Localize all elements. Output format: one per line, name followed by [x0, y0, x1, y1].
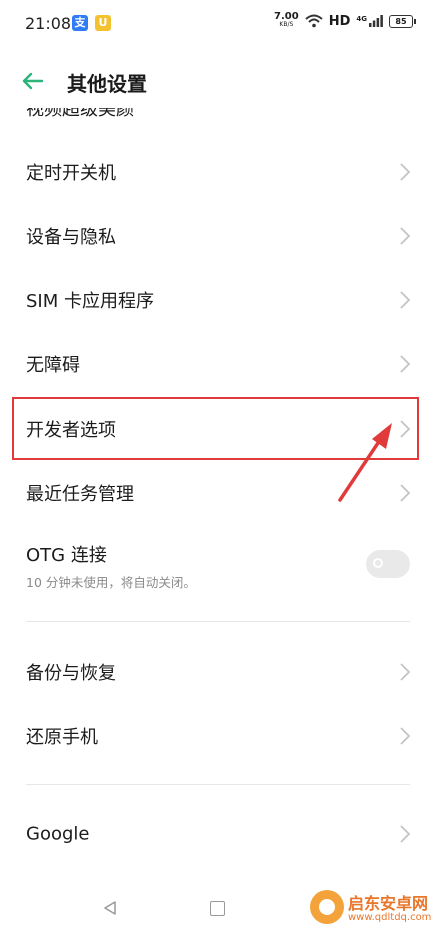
menu-item-video-beauty[interactable]: 视频超级美颜: [0, 108, 437, 122]
status-bar: 21:08 支 U 7.00 KB/S HD 4G 85: [0, 0, 437, 50]
menu-item-label: 还原手机: [26, 727, 98, 748]
nav-back-icon[interactable]: [102, 900, 118, 916]
app-badge-icon: U: [95, 15, 111, 31]
menu-item-sim-apps[interactable]: SIM 卡应用程序: [0, 268, 437, 332]
chevron-right-icon: [400, 163, 411, 181]
chevron-right-icon: [400, 291, 411, 309]
network-speed: 7.00 KB/S: [274, 11, 299, 29]
divider: [26, 621, 410, 622]
menu-item-label: 无障碍: [26, 355, 80, 376]
toggle-knob: [373, 558, 383, 568]
menu-item-label: 备份与恢复: [26, 663, 116, 684]
status-indicators: 7.00 KB/S HD 4G 85: [274, 11, 416, 29]
chevron-right-icon: [400, 727, 411, 745]
watermark-name: 启东安卓网: [348, 894, 429, 913]
signal-icon: [369, 15, 383, 27]
menu-item-label: 视频超级美颜: [26, 108, 134, 120]
battery-icon: 85: [389, 14, 416, 28]
watermark: 启东安卓网 www.qdltdq.com: [310, 880, 437, 933]
menu-item-backup-restore[interactable]: 备份与恢复: [0, 640, 437, 704]
alipay-badge-icon: 支: [72, 15, 88, 31]
chevron-right-icon: [400, 663, 411, 681]
menu-item-label: 最近任务管理: [26, 484, 134, 505]
red-arrow-icon: [338, 423, 392, 502]
divider: [26, 784, 410, 785]
menu-item-accessibility[interactable]: 无障碍: [0, 332, 437, 396]
menu-item-label: SIM 卡应用程序: [26, 291, 154, 312]
menu-item-reset-phone[interactable]: 还原手机: [0, 704, 437, 768]
menu-item-label: 定时开关机: [26, 163, 116, 184]
menu-item-label: Google: [26, 823, 90, 845]
watermark-url: www.qdltdq.com: [348, 912, 432, 923]
menu-item-scheduled-power[interactable]: 定时开关机: [0, 140, 437, 204]
nav-home-icon[interactable]: [210, 901, 225, 916]
chevron-right-icon: [400, 825, 411, 843]
signal-indicator: 4G: [356, 15, 383, 27]
menu-item-label: 设备与隐私: [26, 227, 116, 248]
page-title: 其他设置: [67, 72, 147, 96]
otg-label: OTG 连接: [26, 545, 107, 566]
menu-item-google[interactable]: Google: [0, 802, 437, 866]
otg-description: 10 分钟未使用，将自动关闭。: [26, 575, 196, 590]
page-header: 其他设置: [0, 55, 437, 107]
back-arrow-icon[interactable]: [18, 67, 46, 95]
wifi-icon: [305, 14, 323, 28]
menu-item-device-privacy[interactable]: 设备与隐私: [0, 204, 437, 268]
chevron-right-icon: [400, 227, 411, 245]
hd-indicator: HD: [328, 13, 351, 29]
chevron-right-icon: [400, 355, 411, 373]
otg-toggle[interactable]: [366, 550, 410, 578]
clock: 21:08: [25, 14, 72, 33]
watermark-logo-icon: [310, 890, 344, 924]
